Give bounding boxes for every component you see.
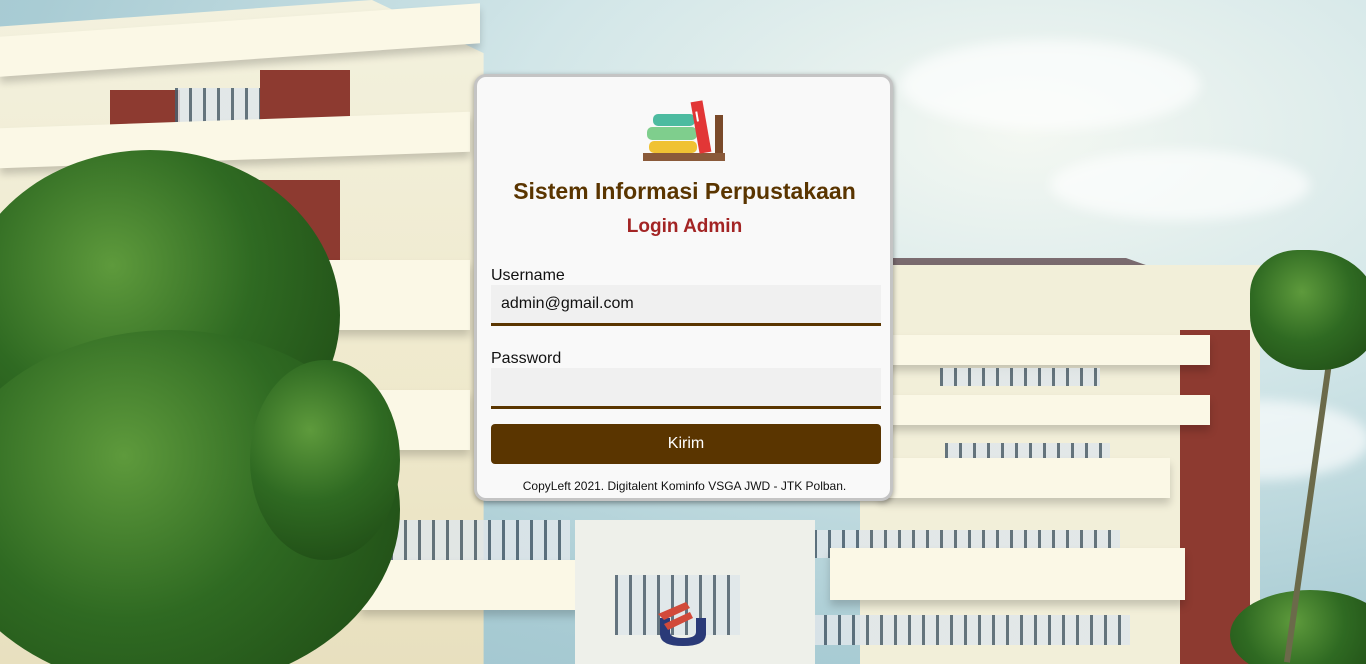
- login-card: Sistem Informasi Perpustakaan Login Admi…: [474, 74, 893, 501]
- building-windows: [390, 520, 570, 560]
- books-icon: [642, 100, 725, 161]
- tree: [250, 360, 400, 560]
- campus-logo-icon: [658, 602, 706, 646]
- copyright-footer: CopyLeft 2021. Digitalent Kominfo VSGA J…: [522, 479, 847, 493]
- cloud: [1050, 150, 1310, 220]
- building-windows: [810, 615, 1130, 645]
- building-floor: [880, 395, 1210, 425]
- username-input[interactable]: [491, 285, 881, 326]
- palm-leaves: [1250, 250, 1366, 370]
- building-floor: [880, 458, 1170, 498]
- building-floor: [830, 548, 1185, 600]
- cloud: [900, 40, 1200, 130]
- password-label: Password: [491, 350, 562, 367]
- submit-button[interactable]: Kirim: [491, 424, 881, 464]
- building-windows: [940, 368, 1100, 386]
- app-title: Sistem Informasi Perpustakaan: [513, 178, 856, 204]
- building-floor: [360, 560, 580, 610]
- username-label: Username: [491, 267, 565, 284]
- password-input[interactable]: [491, 368, 881, 409]
- building-floor: [880, 335, 1210, 365]
- login-subtitle: Login Admin: [626, 216, 743, 237]
